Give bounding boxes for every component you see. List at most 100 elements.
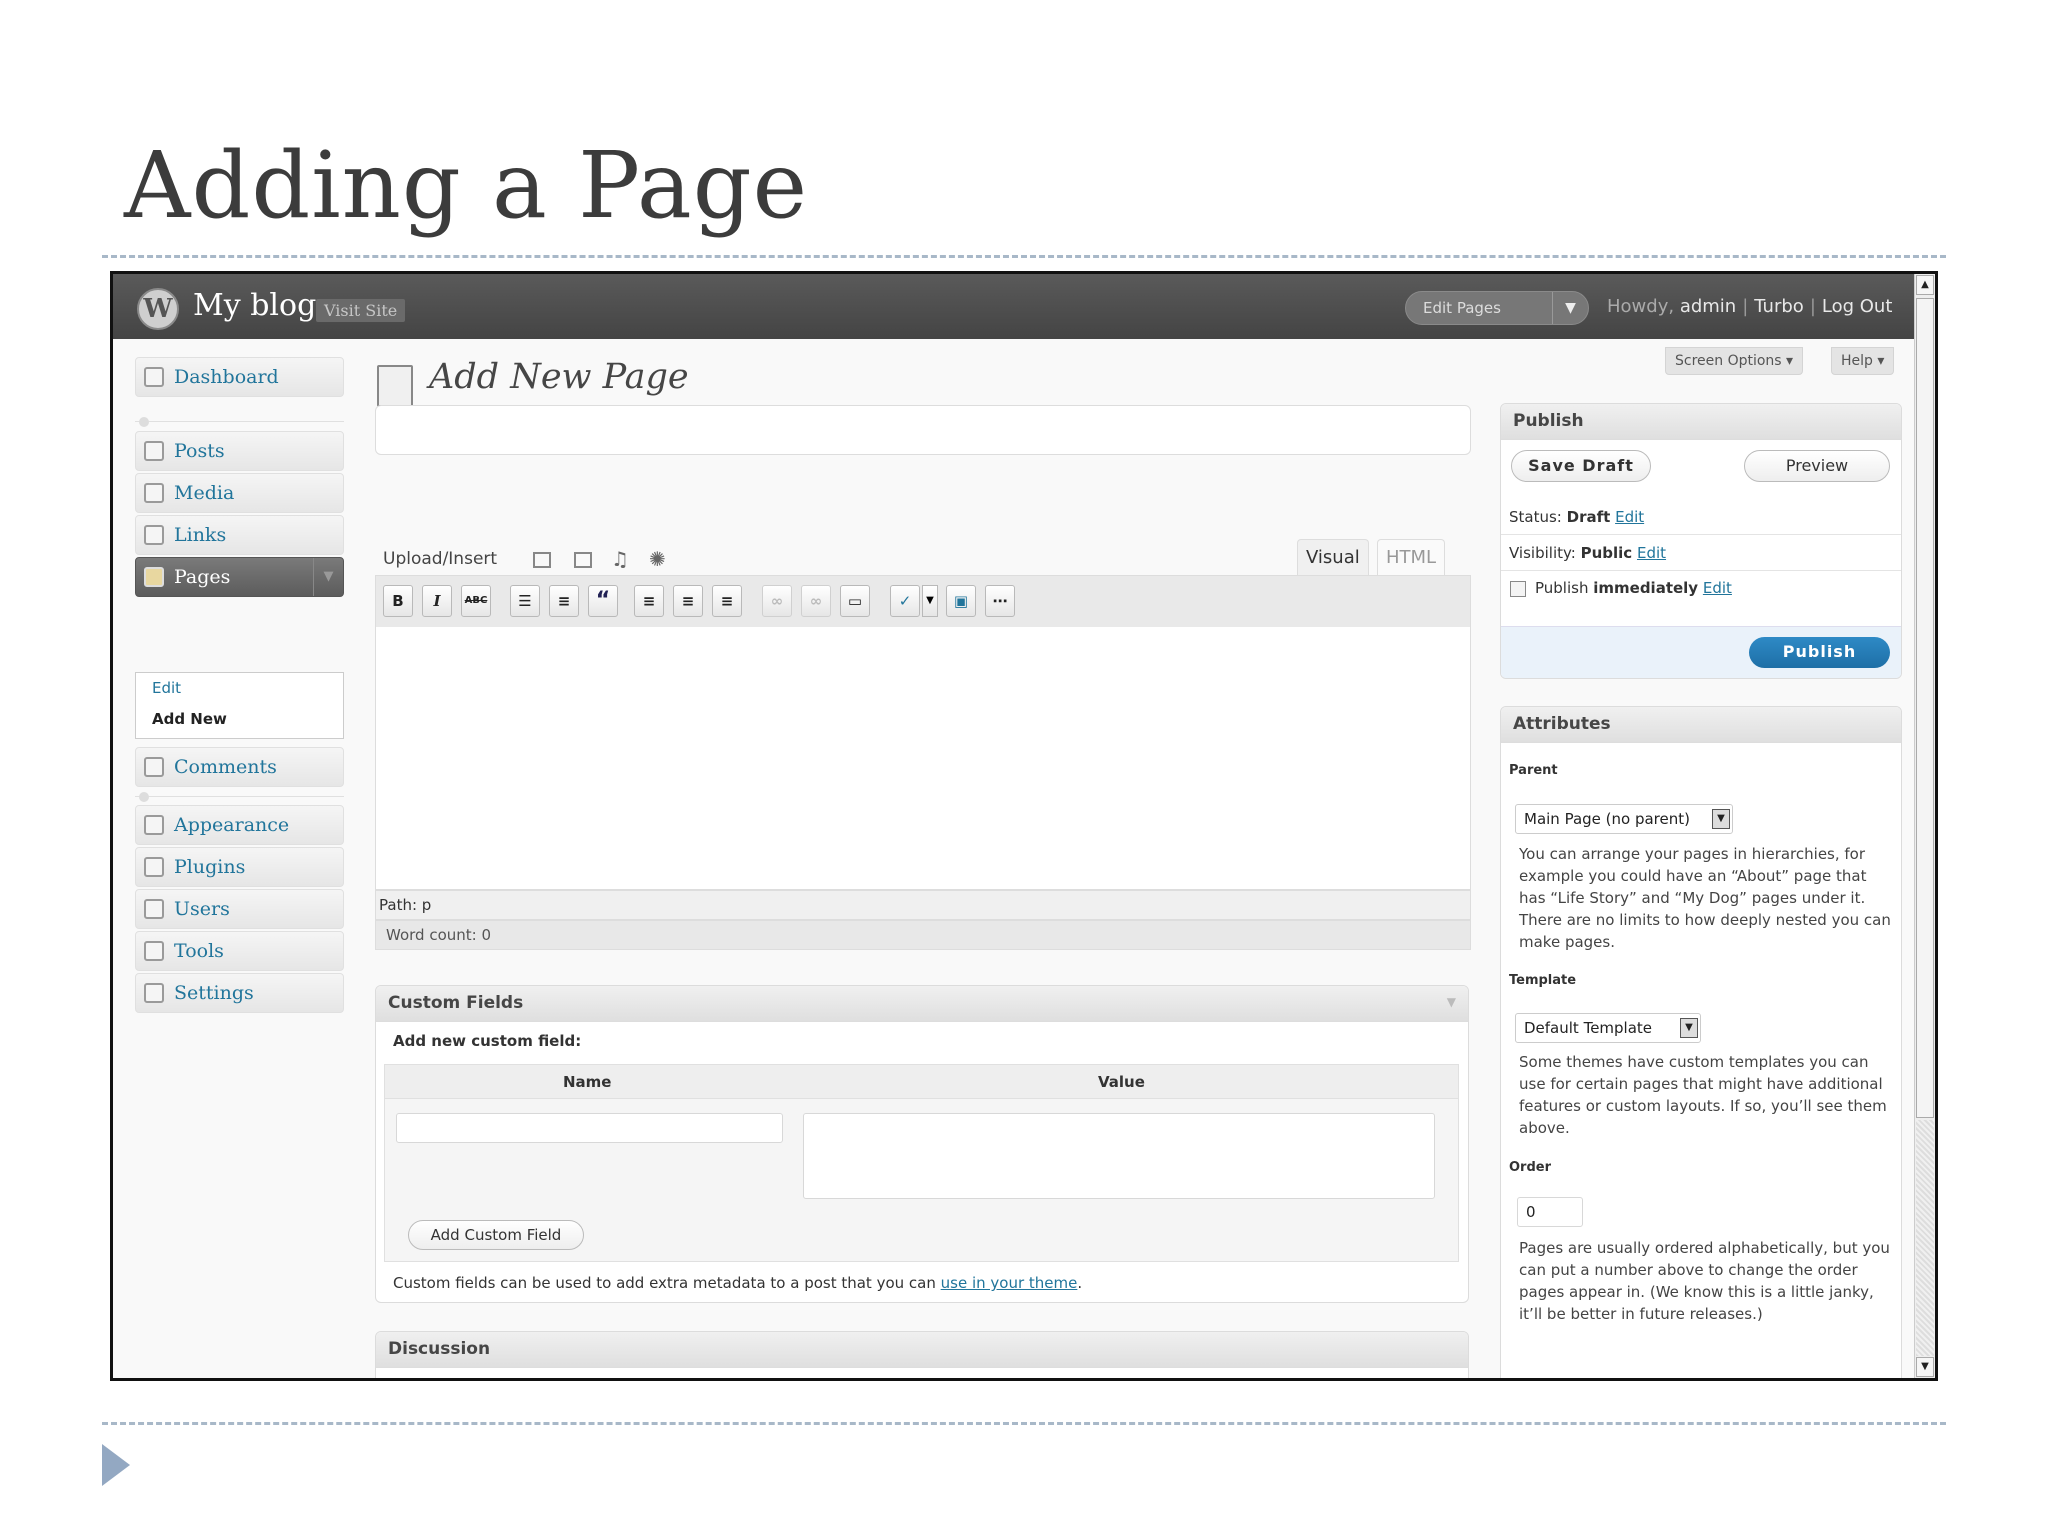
menu-label: Settings	[174, 982, 254, 1004]
add-audio-icon[interactable]: ♫	[611, 547, 629, 571]
chevron-down-icon[interactable]: ▼	[1680, 1018, 1698, 1038]
menu-item-links[interactable]: Links	[135, 515, 344, 555]
menu-label: Dashboard	[174, 366, 279, 388]
page-title-input[interactable]	[375, 405, 1471, 455]
submenu-edit[interactable]: Edit	[152, 679, 181, 697]
tools-icon	[144, 941, 164, 961]
submenu-add-new[interactable]: Add New	[152, 710, 227, 728]
spellcheck-button[interactable]: ✓	[890, 585, 920, 617]
edit-publish-time-link[interactable]: Edit	[1703, 579, 1732, 597]
save-draft-button[interactable]: Save Draft	[1511, 450, 1651, 482]
parent-help: You can arrange your pages in hierarchie…	[1519, 845, 1891, 951]
preview-button[interactable]: Preview	[1744, 450, 1890, 482]
turbo-link[interactable]: Turbo	[1754, 296, 1804, 317]
pages-icon	[144, 567, 164, 587]
template-select[interactable]: Default Template ▼	[1515, 1013, 1701, 1043]
publish-button[interactable]: Publish	[1749, 637, 1890, 668]
menu-item-plugins[interactable]: Plugins	[135, 847, 344, 887]
scrollbar-thumb[interactable]	[1916, 298, 1934, 1118]
menu-item-comments[interactable]: Comments	[135, 747, 344, 787]
menu-label: Pages	[174, 566, 231, 588]
edit-visibility-link[interactable]: Edit	[1637, 544, 1666, 562]
bullet-list-button[interactable]: ☰	[510, 585, 540, 617]
add-image-icon[interactable]	[533, 552, 551, 568]
menu-item-appearance[interactable]: Appearance	[135, 805, 344, 845]
vertical-scrollbar[interactable]: ▲ ▼	[1914, 274, 1935, 1378]
screen-options-button[interactable]: Screen Options ▾	[1665, 347, 1804, 375]
order-label: Order	[1509, 1160, 1551, 1175]
add-custom-field-button[interactable]: Add Custom Field	[408, 1220, 584, 1250]
help-button[interactable]: Help ▾	[1831, 347, 1895, 375]
use-in-theme-link[interactable]: use in your theme	[941, 1274, 1078, 1292]
menu-label: Users	[174, 898, 230, 920]
chevron-down-icon[interactable]: ▼	[1552, 292, 1588, 324]
order-input[interactable]: 0	[1517, 1197, 1583, 1227]
appearance-icon	[144, 815, 164, 835]
tab-html[interactable]: HTML	[1377, 539, 1446, 577]
editor-path: Path: p	[375, 890, 1471, 920]
menu-item-tools[interactable]: Tools	[135, 931, 344, 971]
menu-label: Comments	[174, 756, 277, 778]
custom-fields-title[interactable]: Custom Fields	[376, 986, 1468, 1022]
howdy-text: Howdy,	[1607, 296, 1675, 317]
fullscreen-button[interactable]: ▣	[946, 585, 976, 617]
logout-link[interactable]: Log Out	[1822, 296, 1893, 317]
align-center-button[interactable]: ≡	[673, 585, 703, 617]
word-count: Word count: 0	[375, 920, 1471, 950]
chevron-down-icon[interactable]: ▼	[313, 558, 343, 596]
numbered-list-button[interactable]: ≡	[549, 585, 579, 617]
scroll-up-icon[interactable]: ▲	[1916, 275, 1934, 295]
publish-time-value: immediately	[1593, 579, 1699, 597]
status-value: Draft	[1566, 508, 1611, 526]
custom-fields-box: Custom Fields ▼ Add new custom field: Na…	[375, 985, 1469, 1303]
blockquote-button[interactable]: “	[588, 585, 618, 617]
template-value: Default Template	[1524, 1019, 1653, 1037]
strikethrough-button[interactable]: ABC	[461, 585, 491, 617]
publish-title[interactable]: Publish	[1501, 404, 1901, 440]
add-video-icon[interactable]	[574, 552, 592, 568]
browser-screenshot: W My blog Visit Site Edit Pages ▼ Howdy,…	[110, 271, 1938, 1381]
note-period: .	[1077, 1274, 1083, 1292]
tab-visual[interactable]: Visual	[1297, 539, 1369, 577]
chevron-down-icon[interactable]: ▼	[1447, 995, 1456, 1009]
admin-main: Dashboard Posts Media Links Pages ▼ Edit …	[113, 339, 1914, 1378]
chevron-down-icon[interactable]: ▼	[922, 585, 938, 617]
kitchen-sink-button[interactable]: ⋯	[985, 585, 1015, 617]
plugin-icon	[144, 857, 164, 877]
align-left-button[interactable]: ≡	[634, 585, 664, 617]
bold-button[interactable]: B	[383, 585, 413, 617]
unlink-button[interactable]: ∞	[801, 585, 831, 617]
link-button[interactable]: ∞	[762, 585, 792, 617]
edit-status-link[interactable]: Edit	[1615, 508, 1644, 526]
add-media-icon[interactable]: ✺	[649, 547, 666, 571]
menu-item-users[interactable]: Users	[135, 889, 344, 929]
content-editor[interactable]	[375, 627, 1471, 890]
chevron-down-icon[interactable]: ▼	[1712, 809, 1730, 829]
menu-item-pages[interactable]: Pages ▼	[135, 557, 344, 597]
favorite-actions-dropdown[interactable]: Edit Pages ▼	[1405, 291, 1589, 325]
align-right-button[interactable]: ≡	[712, 585, 742, 617]
italic-button[interactable]: I	[422, 585, 452, 617]
visibility-label: Visibility:	[1509, 544, 1576, 562]
pin-icon	[144, 441, 164, 461]
custom-field-value-input[interactable]	[803, 1113, 1435, 1199]
parent-select[interactable]: Main Page (no parent) ▼	[1515, 804, 1733, 834]
help-label: Help	[1841, 353, 1873, 369]
custom-fields-note: Custom fields can be used to add extra m…	[393, 1274, 1082, 1292]
discussion-title[interactable]: Discussion	[376, 1332, 1468, 1368]
user-link[interactable]: admin	[1680, 296, 1736, 317]
menu-item-settings[interactable]: Settings	[135, 973, 344, 1013]
menu-item-dashboard[interactable]: Dashboard	[135, 357, 344, 397]
editor-toolbar: B I ABC ☰ ≡ “ ≡ ≡ ≡ ∞ ∞ ▭ ✓ ▼ ▣ ⋯	[375, 575, 1471, 627]
blog-name[interactable]: My blog	[193, 288, 316, 323]
publish-time-label: Publish	[1535, 579, 1589, 597]
scroll-down-icon[interactable]: ▼	[1916, 1357, 1934, 1377]
visit-site-button[interactable]: Visit Site	[316, 299, 406, 322]
more-tag-button[interactable]: ▭	[840, 585, 870, 617]
menu-item-media[interactable]: Media	[135, 473, 344, 513]
menu-label: Media	[174, 482, 235, 504]
slide-bullet-arrow-icon	[102, 1444, 130, 1486]
attributes-title[interactable]: Attributes	[1501, 707, 1901, 743]
menu-item-posts[interactable]: Posts	[135, 431, 344, 471]
custom-field-name-input[interactable]	[396, 1113, 783, 1143]
